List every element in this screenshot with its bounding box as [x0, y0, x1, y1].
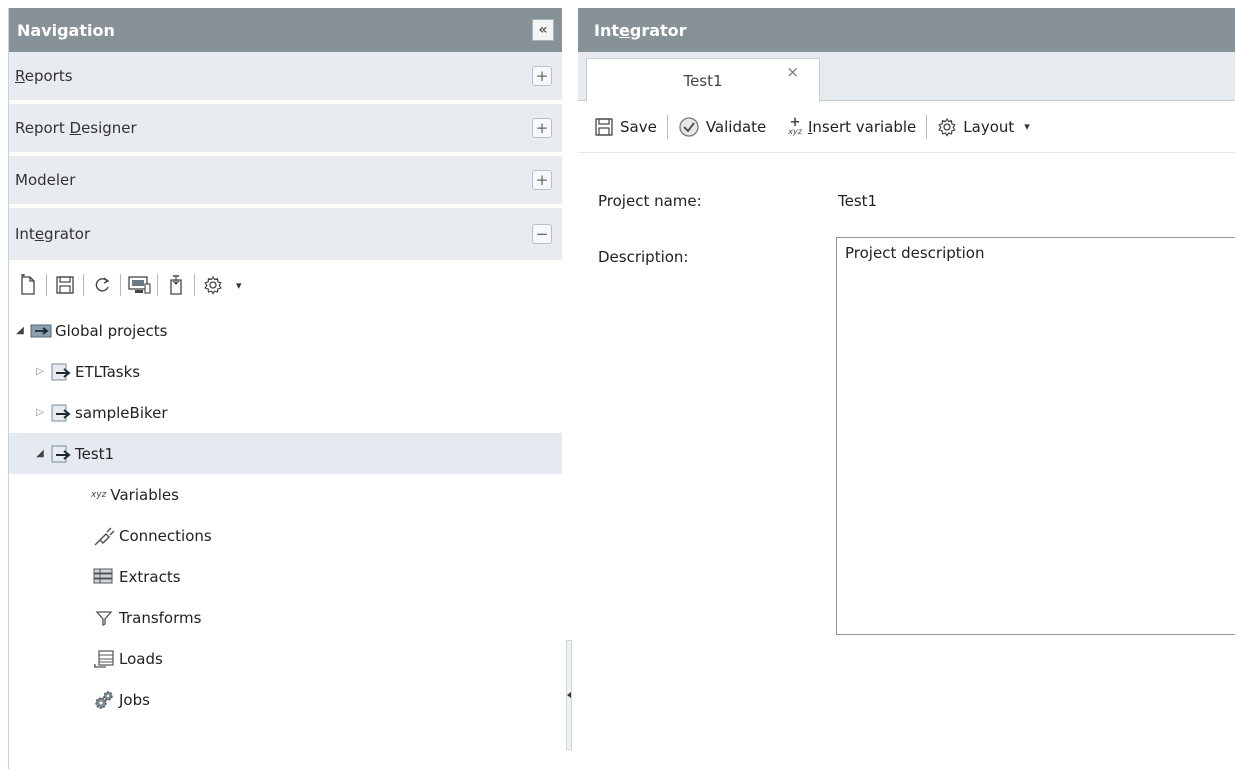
tab-test1[interactable]: Test1 × [586, 58, 820, 102]
settings-dropdown-caret[interactable]: ▾ [236, 279, 242, 292]
section-label-integrator: Integrator [15, 225, 91, 243]
tree-label: sampleBiker [75, 403, 168, 422]
deploy-icon[interactable] [126, 272, 152, 298]
section-label-reports: Reports [15, 67, 73, 85]
close-tab-icon[interactable]: × [786, 63, 799, 81]
tree-node-jobs[interactable]: Jobs [9, 679, 562, 720]
save-icon[interactable] [52, 272, 78, 298]
tree-label: Variables [110, 485, 179, 504]
settings-icon[interactable] [200, 272, 226, 298]
tree-node-etltasks[interactable]: ▷ ETLTasks [9, 351, 562, 392]
expander-icon[interactable]: ▷ [33, 366, 47, 377]
new-project-icon[interactable] [15, 272, 41, 298]
section-report-designer[interactable]: Report Designer + [9, 104, 562, 156]
upload-icon[interactable] [163, 272, 189, 298]
validate-icon [679, 116, 699, 137]
section-modeler[interactable]: Modeler + [9, 156, 562, 208]
section-label-modeler: Modeler [15, 171, 76, 189]
toolbar-separator [120, 274, 121, 296]
variables-icon: xyz [91, 489, 107, 500]
toolbar-separator [926, 114, 928, 139]
tree-label: Transforms [119, 608, 202, 627]
tree-label: Extracts [119, 567, 181, 586]
save-button[interactable]: Save [594, 117, 657, 137]
integrator-tree-toolbar: ▾ [9, 260, 562, 310]
expander-icon[interactable]: ▷ [33, 407, 47, 418]
tree-node-extracts[interactable]: Extracts [9, 556, 562, 597]
project-icon [50, 404, 72, 422]
tree-node-loads[interactable]: Loads [9, 638, 562, 679]
project-name-value: Test1 [838, 192, 878, 210]
toolbar-separator [666, 114, 668, 139]
tree-node-global-projects[interactable]: ◢ Global projects [9, 310, 562, 351]
project-name-label: Project name: [598, 192, 702, 210]
layout-button[interactable]: Layout [937, 117, 1014, 137]
toolbar-separator [46, 274, 47, 296]
integrator-panel: Integrator Test1 × Save Validate + xyz I… [578, 8, 1235, 769]
tree-node-connections[interactable]: Connections [9, 515, 562, 556]
tab-label: Test1 [683, 71, 723, 90]
section-label-report-designer: Report Designer [15, 119, 137, 137]
section-reports[interactable]: Reports + [9, 52, 562, 104]
editor-toolbar: Save Validate + xyz Insert variable Layo… [578, 101, 1235, 153]
collapse-integrator-button[interactable]: − [532, 224, 552, 244]
tree-label: Loads [119, 649, 163, 668]
navigation-header: Navigation « [9, 8, 562, 52]
description-label: Description: [598, 248, 689, 266]
navigation-title: Navigation [17, 20, 115, 40]
tree-label: Jobs [119, 690, 150, 709]
tree-label: ETLTasks [75, 362, 141, 381]
integrator-title: Integrator [594, 20, 687, 40]
expand-report-designer-button[interactable]: + [532, 118, 552, 138]
insert-variable-icon: + xyz [788, 115, 802, 136]
extracts-icon [91, 566, 117, 588]
global-projects-icon [30, 322, 52, 340]
tab-bar: Test1 × [578, 52, 1235, 102]
description-textarea[interactable]: Project description [836, 237, 1235, 635]
transforms-icon [91, 607, 117, 629]
toolbar-separator [83, 274, 84, 296]
tree-node-transforms[interactable]: Transforms [9, 597, 562, 638]
connections-icon [91, 525, 117, 547]
tree-node-variables[interactable]: xyz Variables [9, 474, 562, 515]
collapse-navigation-button[interactable]: « [532, 19, 554, 41]
insert-variable-label: Insert variable [807, 117, 917, 136]
integrator-header: Integrator [578, 8, 1235, 52]
expander-icon[interactable]: ◢ [33, 448, 47, 459]
navigation-panel: Navigation « Reports + Report Designer +… [8, 8, 562, 769]
insert-variable-button[interactable]: + xyz Insert variable [788, 115, 917, 136]
refresh-icon[interactable] [89, 272, 115, 298]
expander-icon[interactable]: ◢ [13, 325, 27, 336]
save-icon [595, 117, 613, 136]
expand-modeler-button[interactable]: + [532, 170, 552, 190]
tree-node-samplebiker[interactable]: ▷ sampleBiker [9, 392, 562, 433]
tree-label: Test1 [75, 444, 115, 463]
section-integrator[interactable]: Integrator − [9, 208, 562, 260]
save-label: Save [620, 117, 657, 136]
loads-icon [91, 648, 117, 670]
expand-reports-button[interactable]: + [532, 66, 552, 86]
project-icon [50, 445, 72, 463]
tree-node-test1[interactable]: ◢ Test1 [9, 433, 562, 474]
toolbar-separator [194, 274, 195, 296]
layout-label: Layout [963, 117, 1015, 136]
layout-dropdown-caret[interactable]: ▾ [1024, 120, 1030, 133]
tree-label: Connections [119, 526, 212, 545]
jobs-icon [91, 689, 117, 711]
toolbar-separator [157, 274, 158, 296]
validate-button[interactable]: Validate [678, 116, 766, 138]
project-tree: ◢ Global projects ▷ ETLTasks ▷ sampleBik… [9, 310, 562, 720]
tree-label: Global projects [55, 321, 168, 340]
project-icon [50, 363, 72, 381]
collapse-arrow-icon[interactable] [567, 692, 571, 698]
validate-label: Validate [705, 117, 767, 136]
layout-gear-icon [938, 117, 957, 137]
